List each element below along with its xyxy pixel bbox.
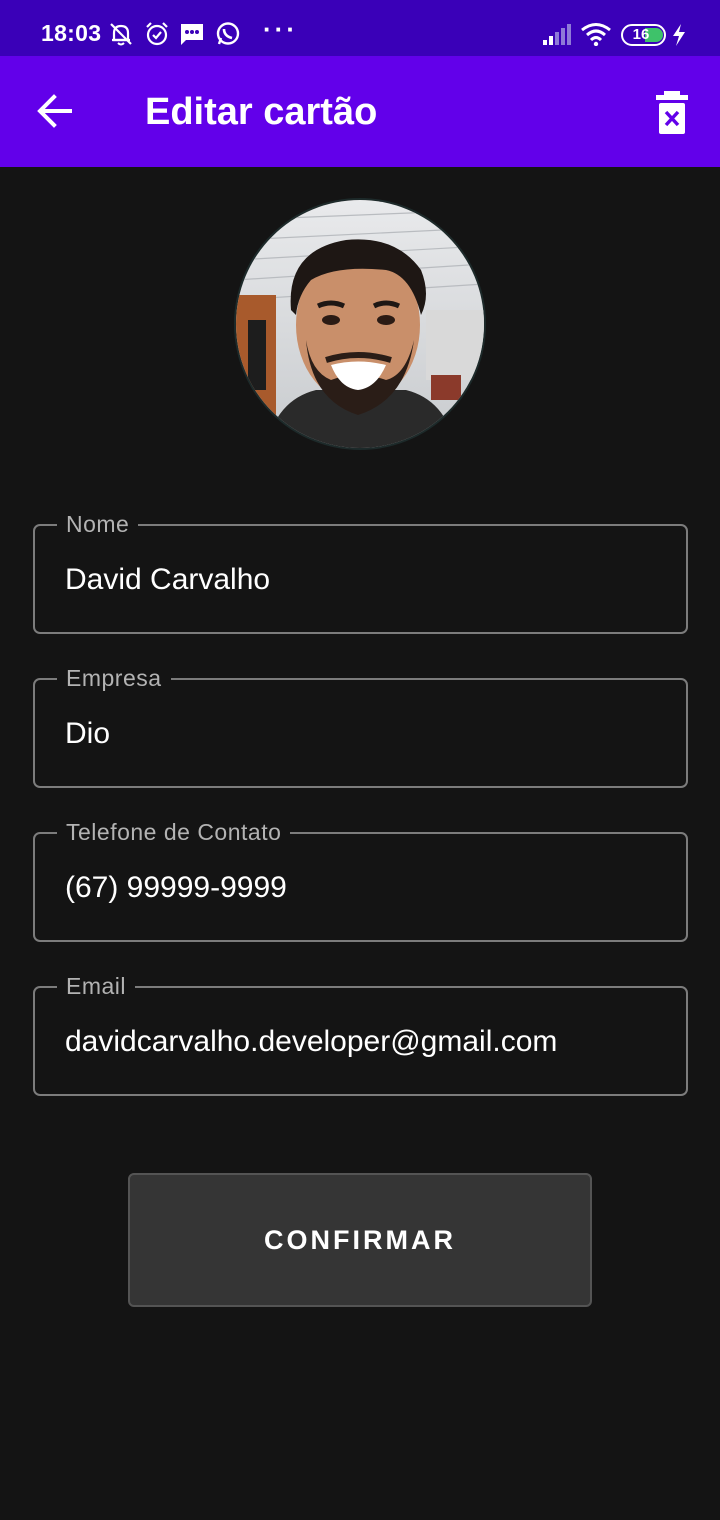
phone-field[interactable]: Telefone de Contato (67) 99999-9999 bbox=[33, 819, 688, 942]
message-icon bbox=[179, 21, 205, 52]
charging-icon bbox=[671, 24, 687, 51]
confirm-button[interactable]: CONFIRMAR bbox=[128, 1173, 592, 1307]
arrow-back-icon bbox=[30, 94, 80, 140]
whatsapp-icon bbox=[215, 21, 241, 52]
wifi-icon bbox=[580, 22, 612, 51]
company-field[interactable]: Empresa Dio bbox=[33, 665, 688, 788]
more-notifications-indicator: ··· bbox=[263, 14, 298, 44]
app-bar: Editar cartão bbox=[0, 56, 720, 167]
battery-percentage: 16 bbox=[632, 26, 650, 43]
name-field[interactable]: Nome David Carvalho bbox=[33, 511, 688, 634]
email-field[interactable]: Email davidcarvalho.developer@gmail.com bbox=[33, 973, 688, 1096]
phone-field-label: Telefone de Contato bbox=[57, 819, 291, 845]
email-field-value[interactable]: davidcarvalho.developer@gmail.com bbox=[65, 1024, 557, 1060]
avatar[interactable] bbox=[234, 198, 486, 450]
alarm-icon bbox=[144, 21, 170, 52]
muted-bell-icon bbox=[108, 21, 134, 52]
back-button[interactable] bbox=[30, 86, 80, 136]
name-field-label: Nome bbox=[57, 511, 139, 537]
delete-icon bbox=[650, 91, 694, 142]
signal-icon bbox=[542, 22, 572, 51]
status-time: 18:03 bbox=[41, 20, 102, 46]
profile-photo bbox=[236, 200, 484, 448]
phone-field-value[interactable]: (67) 99999-9999 bbox=[65, 870, 287, 906]
company-field-label: Empresa bbox=[57, 665, 171, 691]
battery-icon: 16 bbox=[621, 24, 666, 46]
page-title: Editar cartão bbox=[145, 91, 378, 133]
company-field-value[interactable]: Dio bbox=[65, 716, 110, 752]
status-bar: 18:03 ··· 16 bbox=[0, 0, 720, 56]
name-field-value[interactable]: David Carvalho bbox=[65, 562, 270, 598]
delete-button[interactable] bbox=[650, 88, 694, 138]
email-field-label: Email bbox=[57, 973, 136, 999]
confirm-button-label: CONFIRMAR bbox=[264, 1225, 456, 1255]
